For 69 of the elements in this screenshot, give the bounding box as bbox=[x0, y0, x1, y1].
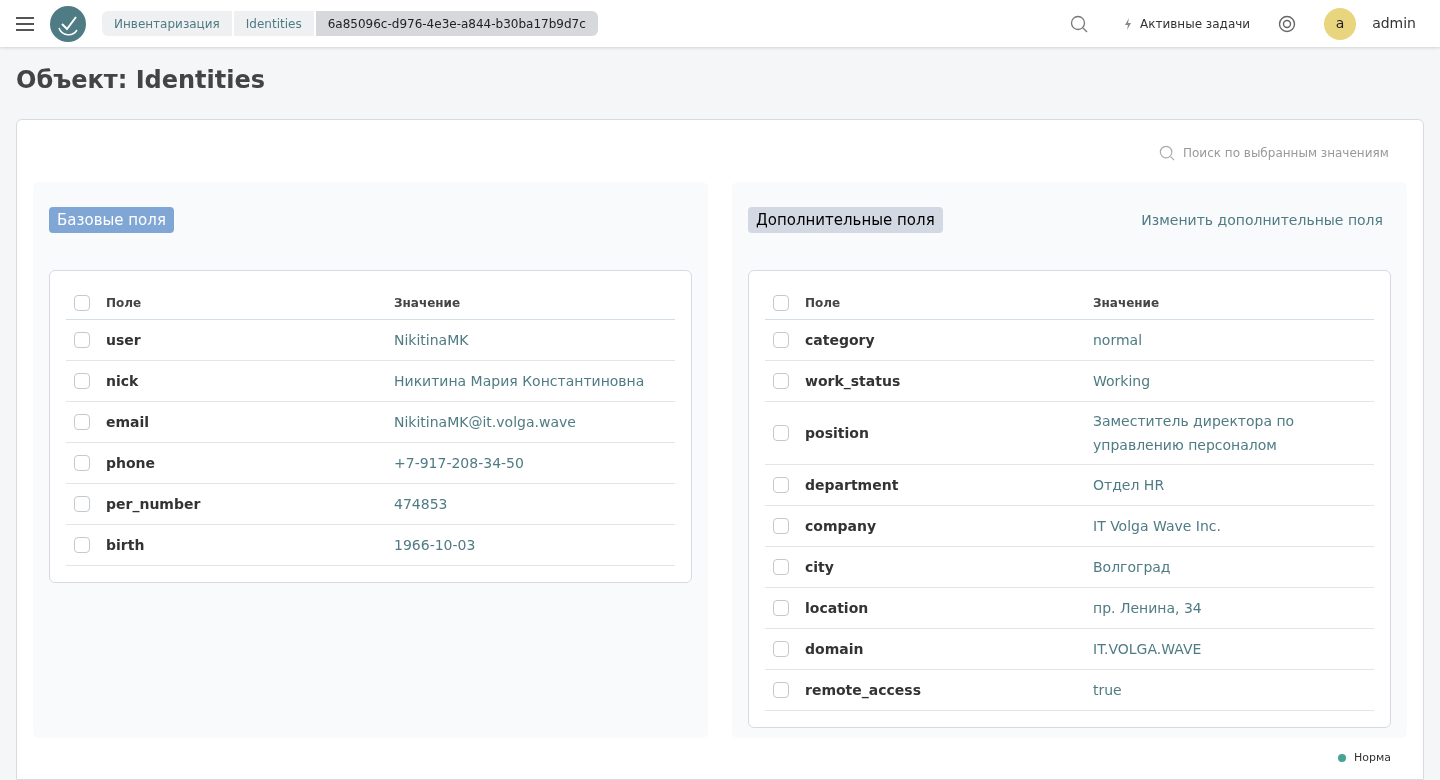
column-header: Значение bbox=[394, 295, 461, 312]
page-title: Объект: Identities bbox=[15, 65, 267, 96]
logo-icon bbox=[50, 5, 86, 42]
field-value: Никитина Мария Константиновна bbox=[394, 372, 645, 391]
field-value: IT Volga Wave Inc. bbox=[1093, 517, 1222, 536]
field-value: normal bbox=[1093, 331, 1143, 350]
section-tag: Дополнительные поля bbox=[748, 206, 943, 234]
field-name: nick bbox=[106, 371, 140, 391]
checkbox[interactable] bbox=[74, 455, 90, 471]
column-header: Поле bbox=[106, 295, 143, 312]
checkbox[interactable] bbox=[74, 295, 90, 311]
field-name: department bbox=[805, 475, 900, 495]
user-avatar[interactable]: a bbox=[1324, 7, 1357, 40]
search-field[interactable]: Поиск по выбранным значениям bbox=[1159, 144, 1399, 162]
field-name: user bbox=[106, 330, 142, 350]
field-value: пр. Ленина, 34 bbox=[1093, 599, 1202, 618]
search-icon bbox=[1159, 145, 1175, 161]
checkbox[interactable] bbox=[74, 414, 90, 430]
lifebuoy-icon[interactable] bbox=[1278, 14, 1297, 33]
checkbox[interactable] bbox=[74, 537, 90, 553]
checkbox[interactable] bbox=[773, 600, 789, 616]
field-value: Волгоград bbox=[1093, 558, 1171, 577]
menu-icon[interactable] bbox=[16, 16, 34, 31]
field-name: remote_access bbox=[805, 680, 922, 701]
search-icon[interactable] bbox=[1070, 14, 1088, 33]
field-name: location bbox=[805, 598, 870, 618]
checkbox[interactable] bbox=[773, 332, 789, 348]
checkbox[interactable] bbox=[773, 295, 789, 311]
field-name: email bbox=[106, 412, 151, 432]
field-value: true bbox=[1093, 681, 1122, 700]
field-value: IT.VOLGA.WAVE bbox=[1093, 640, 1202, 659]
checkbox[interactable] bbox=[773, 373, 789, 389]
active-tasks-button[interactable]: Активные задачи bbox=[1124, 14, 1251, 33]
section-tag: Базовые поля bbox=[49, 206, 174, 234]
breadcrumb[interactable]: Инвентаризация bbox=[102, 11, 232, 36]
field-value: Working bbox=[1093, 372, 1151, 391]
field-name: company bbox=[805, 516, 878, 536]
checkbox[interactable] bbox=[74, 496, 90, 512]
checkbox[interactable] bbox=[773, 682, 789, 698]
edit-fields-link[interactable]: Изменить дополнительные поля bbox=[1141, 209, 1383, 231]
checkbox[interactable] bbox=[74, 332, 90, 348]
checkbox[interactable] bbox=[773, 518, 789, 534]
lightning-icon bbox=[1124, 17, 1132, 30]
field-name: position bbox=[805, 423, 870, 443]
column-header: Значение bbox=[1093, 295, 1160, 312]
user-name[interactable]: admin bbox=[1372, 13, 1416, 34]
field-value: NikitinaMK@it.volga.wave bbox=[394, 413, 576, 432]
field-value: Заместитель директора по управлению персоналом bbox=[1093, 412, 1296, 455]
field-name: city bbox=[805, 557, 835, 577]
field-value: 1966-10-03 bbox=[394, 536, 476, 555]
checkbox[interactable] bbox=[773, 477, 789, 493]
status-label: Норма bbox=[1353, 750, 1391, 766]
field-name: work_status bbox=[805, 371, 902, 392]
field-name: birth bbox=[106, 535, 146, 555]
checkbox[interactable] bbox=[773, 559, 789, 575]
field-value: +7-917-208-34-50 bbox=[394, 454, 524, 473]
checkbox[interactable] bbox=[773, 641, 789, 657]
checkbox[interactable] bbox=[773, 425, 789, 441]
breadcrumb[interactable]: Identities bbox=[233, 11, 314, 36]
field-name: category bbox=[805, 330, 876, 350]
field-value: 474853 bbox=[394, 495, 448, 514]
field-name: domain bbox=[805, 639, 865, 659]
field-name: phone bbox=[106, 453, 157, 473]
field-value: NikitinaMK bbox=[394, 331, 469, 350]
checkbox[interactable] bbox=[74, 373, 90, 389]
field-name: per_number bbox=[106, 494, 202, 515]
field-value: Отдел HR bbox=[1093, 476, 1165, 495]
column-header: Поле bbox=[805, 295, 842, 312]
breadcrumb[interactable]: 6a85096c-d976-4e3e-a844-b30ba17b9d7c bbox=[315, 11, 598, 36]
